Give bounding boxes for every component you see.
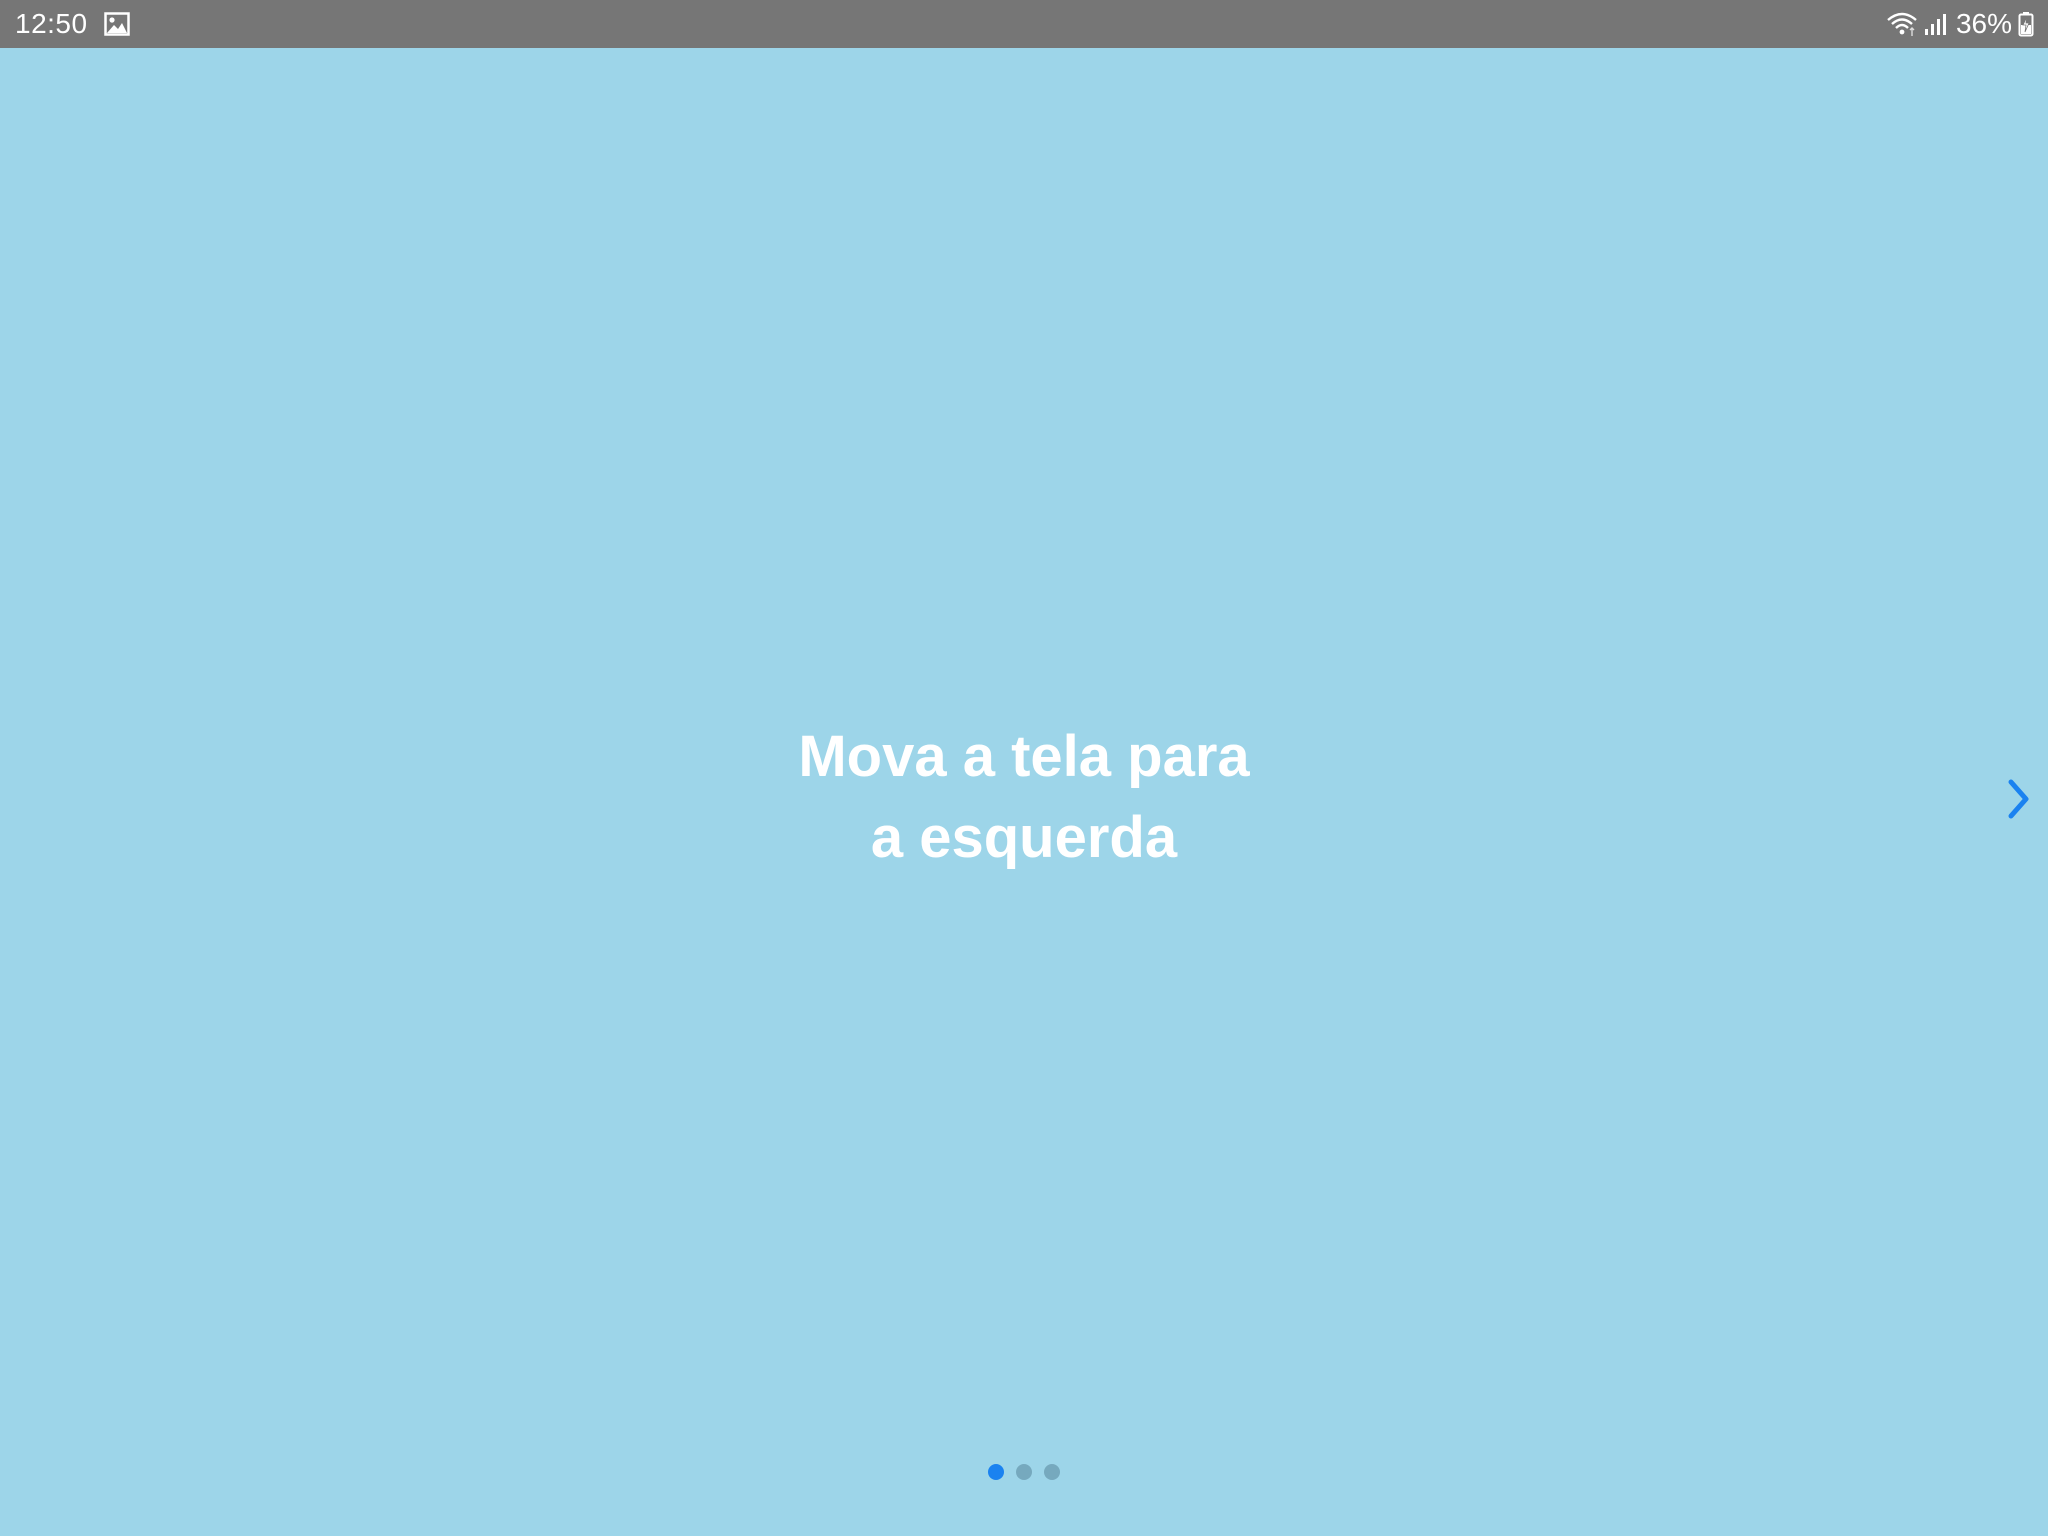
onboarding-screen[interactable]: 12:50 36% Mova a tela para a esquerda (0, 0, 2048, 1536)
chevron-right-icon (2008, 779, 2029, 819)
page-dot-1[interactable] (988, 1464, 1004, 1480)
battery-percent: 36% (1955, 8, 2012, 39)
gallery-icon (103, 12, 130, 36)
status-bar: 12:50 36% (0, 0, 2048, 48)
signal-icon (1924, 12, 1948, 36)
wifi-icon (1886, 11, 1918, 37)
page-dot-3[interactable] (1044, 1464, 1060, 1480)
page-indicator (0, 1464, 2048, 1480)
status-right: 36% (1886, 8, 2034, 40)
status-left: 12:50 (15, 8, 130, 40)
next-page-button[interactable] (2004, 776, 2034, 822)
status-time: 12:50 (15, 8, 88, 39)
onboarding-message: Mova a tela para a esquerda (0, 716, 2048, 878)
onboarding-message-line-1: Mova a tela para (798, 724, 1250, 789)
battery-charging-icon (2018, 11, 2034, 37)
page-dot-2[interactable] (1016, 1464, 1032, 1480)
onboarding-message-line-2: a esquerda (870, 805, 1178, 870)
